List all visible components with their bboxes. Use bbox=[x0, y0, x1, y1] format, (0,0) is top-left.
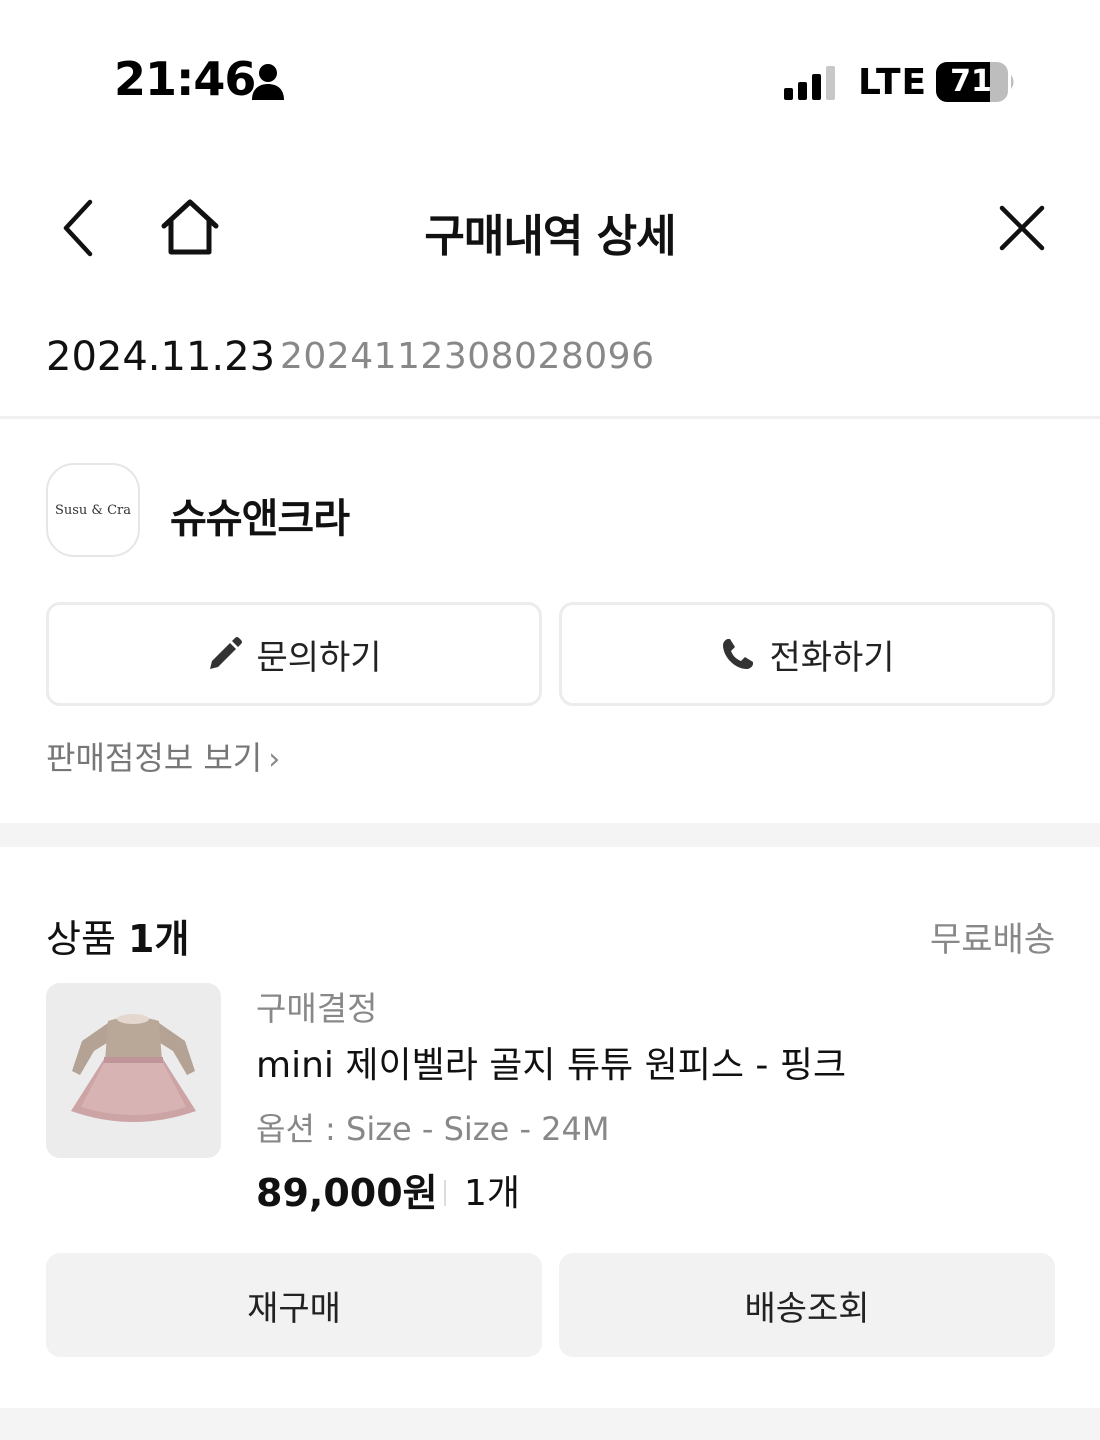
divider bbox=[0, 416, 1100, 419]
inquiry-button[interactable]: 문의하기 bbox=[46, 602, 542, 706]
chevron-right-icon: › bbox=[268, 742, 281, 777]
call-label: 전화하기 bbox=[769, 637, 895, 678]
shipping-fee: 무료배송 bbox=[930, 920, 1056, 960]
product-count-heading: 상품 1개 bbox=[46, 908, 189, 963]
home-icon[interactable] bbox=[158, 198, 222, 256]
section-divider-bottom bbox=[0, 1408, 1100, 1440]
product-heading-label: 상품 bbox=[46, 917, 116, 961]
network-type: LTE bbox=[858, 62, 928, 103]
order-date: 2024.11.23 bbox=[46, 334, 276, 380]
rebuy-button[interactable]: 재구매 bbox=[46, 1253, 542, 1357]
close-icon[interactable] bbox=[996, 202, 1048, 254]
price-separator bbox=[444, 1180, 446, 1206]
person-icon bbox=[252, 64, 284, 100]
store-logo-text: Susu & Cra bbox=[54, 502, 132, 518]
purchase-status: 구매결정 bbox=[256, 989, 378, 1028]
product-price: 89,000원 bbox=[256, 1171, 438, 1215]
dress-illustration bbox=[46, 983, 221, 1158]
tracking-button[interactable]: 배송조회 bbox=[559, 1253, 1055, 1357]
chevron-left-icon[interactable] bbox=[56, 198, 106, 258]
page-title: 구매내역 상세 bbox=[424, 211, 676, 262]
store-name[interactable]: 슈슈앤크라 bbox=[170, 486, 350, 544]
call-button[interactable]: 전화하기 bbox=[559, 602, 1055, 706]
store-logo[interactable]: Susu & Cra bbox=[46, 463, 140, 557]
product-image[interactable] bbox=[46, 983, 221, 1158]
product-option: 옵션 : Size - Size - 24M bbox=[256, 1110, 610, 1148]
section-divider bbox=[0, 823, 1100, 847]
product-heading-count: 1개 bbox=[128, 917, 190, 961]
product-quantity: 1개 bbox=[464, 1173, 521, 1214]
status-time: 21:46 bbox=[114, 52, 256, 106]
store-info-link[interactable]: 판매점정보 보기 › bbox=[46, 733, 280, 779]
order-number: 2024112308028096 bbox=[280, 336, 655, 377]
battery-level: 71 bbox=[950, 64, 992, 99]
product-name[interactable]: mini 제이벨라 골지 튜튜 원피스 - 핑크 bbox=[256, 1036, 846, 1088]
phone-icon bbox=[723, 639, 754, 669]
pencil-icon bbox=[210, 637, 243, 669]
signal-icon bbox=[784, 66, 835, 100]
inquiry-label: 문의하기 bbox=[256, 637, 382, 678]
store-info-label: 판매점정보 보기 bbox=[46, 739, 263, 777]
